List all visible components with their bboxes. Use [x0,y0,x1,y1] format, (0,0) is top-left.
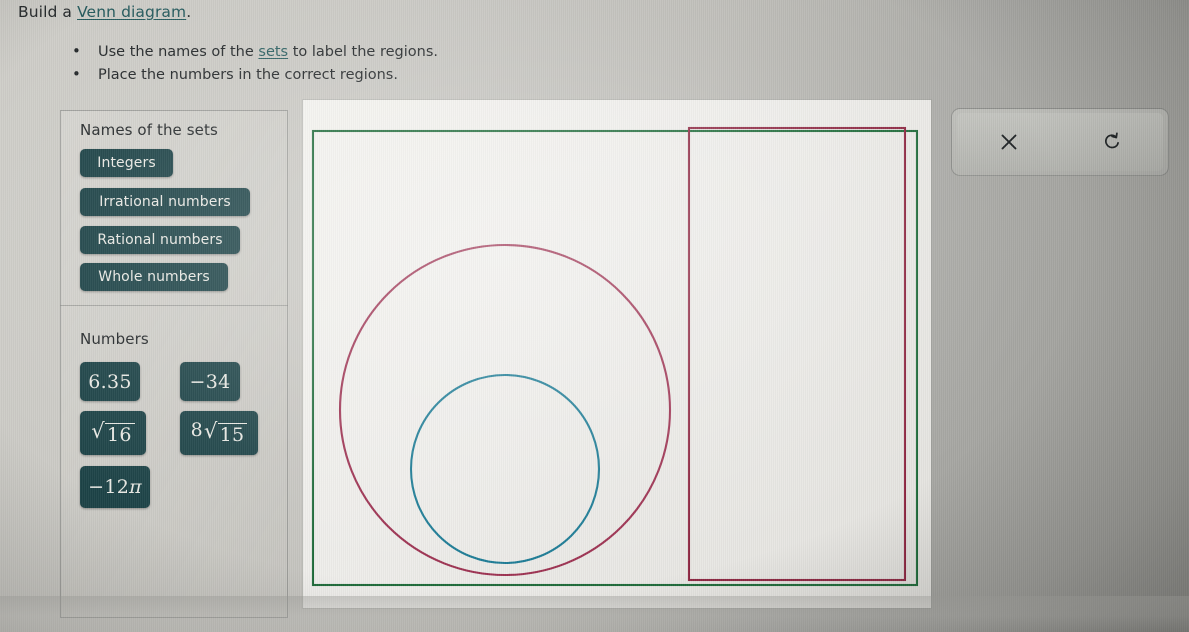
undo-button[interactable] [1060,113,1163,171]
set-tile-irrational-numbers[interactable]: Irrational numbers [80,188,250,216]
instruction-text: Use the names of the sets to label the r… [98,41,438,63]
set-tile-label: Irrational numbers [99,194,231,210]
close-icon [1001,134,1016,150]
bullet-icon: • [72,42,81,60]
set-tile-integers[interactable]: Integers [80,149,173,177]
set-tile-whole-numbers[interactable]: Whole numbers [80,263,228,291]
list-item: • Use the names of the sets to label the… [72,40,438,63]
num-neg12pi-tile[interactable]: −12π [80,466,150,508]
set-tile-rational-numbers[interactable]: Rational numbers [80,226,240,254]
radical-expression: 8 √ 15 [191,421,248,445]
clear-button[interactable] [957,113,1060,171]
instruction-list: • Use the names of the sets to label the… [72,40,438,86]
instruction-text: Place the numbers in the correct regions… [98,67,398,83]
list-item: • Place the numbers in the correct regio… [72,63,438,86]
num-sqrt16-tile[interactable]: √ 16 [80,411,146,455]
page-title: Build a Venn diagram. [18,3,191,21]
radicand: 15 [217,423,248,445]
set-tile-label: Integers [97,155,156,171]
sets-section-title: Names of the sets [80,121,218,139]
radical-sign-icon: √ [203,419,218,443]
radicand: 16 [104,423,135,445]
set-rectangle[interactable] [687,126,907,582]
number-tile-label: 6.35 [88,370,132,393]
venn-diagram-link[interactable]: Venn diagram [77,3,186,21]
action-button-inner [957,113,1163,171]
venn-diagram[interactable] [303,100,931,608]
set-tile-label: Whole numbers [98,269,210,285]
universal-set-rectangle[interactable] [311,129,919,587]
undo-icon [1104,132,1119,149]
inner-set-circle[interactable] [409,373,601,565]
panel-divider [60,305,288,306]
num-6-35-tile[interactable]: 6.35 [80,362,140,401]
sets-link[interactable]: sets [258,44,288,60]
numbers-section-title: Numbers [80,330,149,348]
pi-symbol: π [129,476,142,498]
number-tile-label: −34 [189,370,231,393]
num-8sqrt15-tile[interactable]: 8 √ 15 [180,411,258,455]
instruction-before: Use the names of the [98,44,259,60]
instruction-after: to label the regions. [288,44,438,60]
bullet-icon: • [72,65,81,83]
screenshot-root: Build a Venn diagram. • Use the names of… [0,0,1189,632]
prompt-tail: . [186,3,192,21]
set-tile-label: Rational numbers [97,232,223,248]
num-neg34-tile[interactable]: −34 [180,362,240,401]
prompt-lead: Build a [18,3,78,21]
radical-sign-icon: √ [91,419,105,443]
number-tile-label: −12π [88,476,142,498]
outer-set-circle[interactable] [338,243,672,577]
radical-expression: √ 16 [91,419,135,445]
radical-coefficient: 8 [190,419,203,441]
